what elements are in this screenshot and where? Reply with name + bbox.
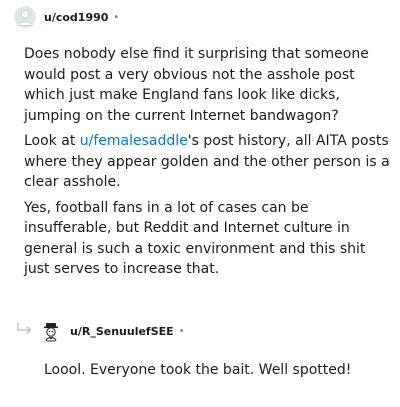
meta-separator: • (178, 325, 185, 337)
comment-paragraph: Yes, football fans in a lot of cases can… (24, 199, 366, 278)
reply-arrow-icon (17, 322, 32, 334)
comment-paragraph: Does nobody else find it surprising that… (24, 46, 369, 124)
comment-paragraph: Look at u/femalesaddle's post history, a… (24, 131, 390, 193)
user-mention-link[interactable]: u/femalesaddle (80, 133, 188, 149)
comment-author[interactable]: u/cod1990 (44, 11, 108, 24)
comment-text: Look at (24, 133, 80, 149)
reply-user-avatar-icon[interactable] (40, 320, 62, 342)
comment-body: Does nobody else find it surprising that… (24, 44, 390, 285)
comment-header: u/cod1990 • (14, 6, 119, 28)
meta-separator: • (113, 11, 120, 23)
reply-author[interactable]: u/R_SenuulefSEE (70, 325, 174, 338)
reply-body: Loool. Everyone took the bait. Well spot… (44, 362, 352, 378)
reply-header: u/R_SenuulefSEE • (40, 320, 185, 342)
user-avatar-icon[interactable] (14, 6, 36, 28)
